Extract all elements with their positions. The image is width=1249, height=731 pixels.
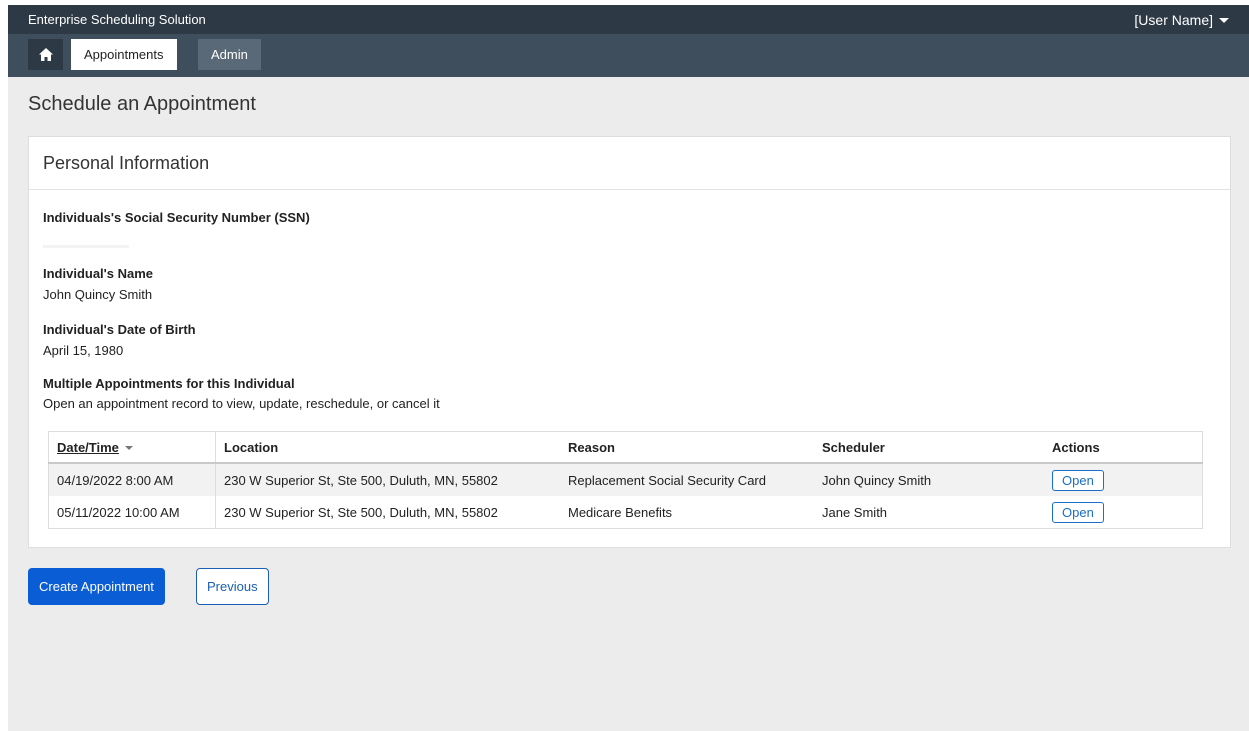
multi-appointments-description: Open an appointment record to view, upda… <box>43 396 440 411</box>
nav-bar: Appointments Admin <box>8 34 1249 77</box>
app-title: Enterprise Scheduling Solution <box>28 12 206 27</box>
dob-value: April 15, 1980 <box>43 343 124 358</box>
column-header-scheduler: Scheduler <box>814 431 1044 464</box>
user-name: [User Name] <box>1134 11 1213 28</box>
home-icon <box>38 48 53 61</box>
cell-datetime: 04/19/2022 8:00 AM <box>48 463 216 496</box>
multi-appointments-label: Multiple Appointments for this Individua… <box>43 376 295 391</box>
page-title: Schedule an Appointment <box>28 93 256 115</box>
table-header-row: Date/Time Location Reason Scheduler Acti… <box>48 431 1203 464</box>
tab-appointments[interactable]: Appointments <box>71 39 177 70</box>
table-row: 04/19/2022 8:00 AM 230 W Superior St, St… <box>48 463 1203 496</box>
cell-scheduler: John Quincy Smith <box>814 463 1044 496</box>
top-bar: Enterprise Scheduling Solution [User Nam… <box>8 5 1249 34</box>
ssn-label: Individuals's Social Security Number (SS… <box>43 210 310 225</box>
name-value: John Quincy Smith <box>43 287 153 302</box>
user-menu[interactable]: [User Name] <box>1134 12 1229 28</box>
sort-down-icon <box>124 446 133 451</box>
previous-button[interactable]: Previous <box>196 568 269 605</box>
cell-scheduler: Jane Smith <box>814 496 1044 529</box>
column-header-reason: Reason <box>560 431 814 464</box>
create-appointment-button[interactable]: Create Appointment <box>28 568 165 605</box>
name-label: Individual's Name <box>43 266 154 281</box>
panel-title: Personal Information <box>29 137 1230 190</box>
table-row: 05/11/2022 10:00 AM 230 W Superior St, S… <box>48 496 1203 529</box>
cell-reason: Medicare Benefits <box>560 496 814 529</box>
nav-home-button[interactable] <box>28 39 63 70</box>
column-header-location: Location <box>215 431 560 464</box>
ssn-value-redacted <box>43 245 129 248</box>
cell-actions: Open <box>1044 463 1203 496</box>
cell-reason: Replacement Social Security Card <box>560 463 814 496</box>
cell-location: 230 W Superior St, Ste 500, Duluth, MN, … <box>215 463 560 496</box>
column-header-datetime[interactable]: Date/Time <box>48 431 216 464</box>
cell-location: 230 W Superior St, Ste 500, Duluth, MN, … <box>215 496 560 529</box>
app-window: Enterprise Scheduling Solution [User Nam… <box>8 5 1249 731</box>
chevron-down-icon <box>1219 18 1229 23</box>
cell-actions: Open <box>1044 496 1203 529</box>
appointments-table: Date/Time Location Reason Scheduler Acti… <box>48 431 1203 529</box>
column-header-actions: Actions <box>1044 431 1203 464</box>
personal-info-panel: Personal Information Individuals's Socia… <box>28 136 1231 548</box>
dob-label: Individual's Date of Birth <box>43 322 196 337</box>
open-appointment-button[interactable]: Open <box>1052 501 1104 523</box>
tab-admin[interactable]: Admin <box>198 39 261 70</box>
open-appointment-button[interactable]: Open <box>1052 469 1104 491</box>
cell-datetime: 05/11/2022 10:00 AM <box>48 496 216 529</box>
